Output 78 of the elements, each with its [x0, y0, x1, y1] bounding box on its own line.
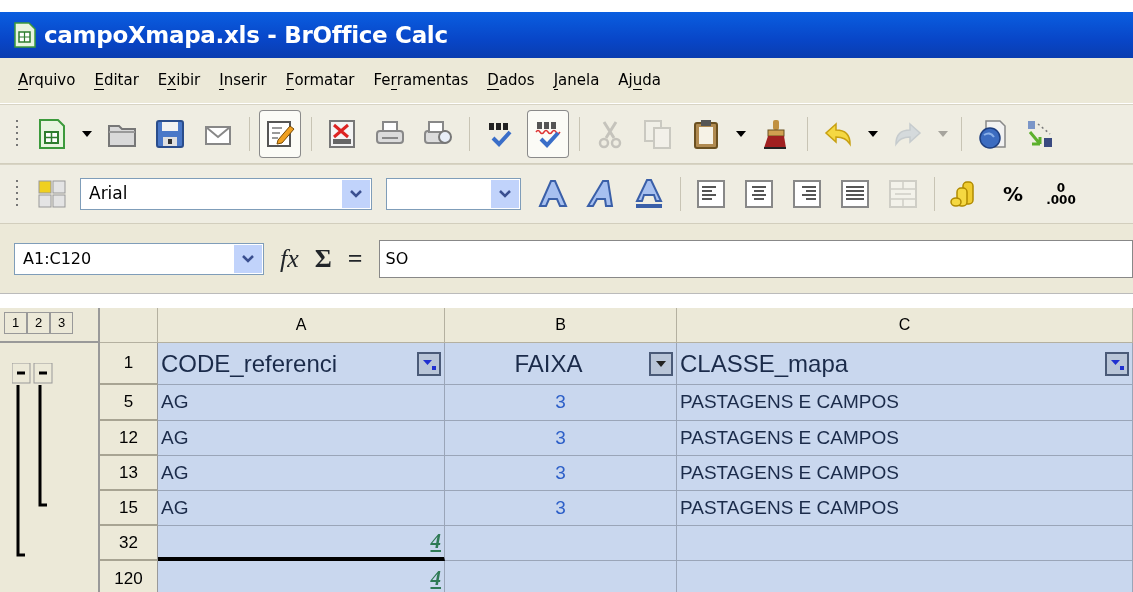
spreadsheet-app-icon — [14, 22, 36, 48]
justify-icon — [839, 178, 871, 210]
window-title: campoXmapa.xls - BrOffice Calc — [44, 20, 448, 50]
filter-arrow-icon — [1110, 357, 1124, 370]
font-name-combobox[interactable]: Arial — [80, 178, 372, 210]
table-cell-text: PASTAGENS E CAMPOS — [680, 425, 899, 450]
menu-item[interactable]: Ajuda — [618, 67, 662, 94]
new-document-icon — [36, 118, 68, 150]
underline-font-icon — [633, 178, 665, 210]
pencil-document-icon — [264, 118, 296, 150]
formula-button[interactable]: = — [347, 239, 363, 278]
menu-item[interactable]: Arquivo — [18, 67, 76, 94]
name-box[interactable]: A1:C120 — [14, 242, 264, 275]
chevron-down-icon — [242, 254, 254, 263]
menu-item[interactable]: Ferramentas — [373, 67, 469, 94]
autofilter-button[interactable] — [1105, 351, 1129, 376]
table-cell-text: 3 — [555, 495, 566, 520]
toolbar-button[interactable] — [259, 110, 301, 158]
table-cell-text: AG — [161, 390, 189, 415]
filter-arrow-icon — [656, 360, 666, 367]
align-right-icon — [791, 178, 823, 210]
column-header[interactable]: B — [445, 308, 677, 343]
percent-button[interactable]: % — [989, 170, 1037, 218]
formula-input[interactable]: SO — [378, 239, 1133, 278]
row-header[interactable]: 32 — [100, 526, 158, 561]
row-header[interactable]: 15 — [100, 491, 158, 526]
table-cell-text: 4 — [430, 565, 441, 592]
row-header[interactable]: 12 — [100, 421, 158, 456]
add-decimal-button[interactable]: 0 .000 — [1037, 170, 1085, 218]
function-wizard-button[interactable]: fx — [280, 239, 299, 278]
menu-item[interactable]: Dados — [487, 67, 535, 94]
table-cell-text: CODE_referenci — [161, 348, 338, 379]
table-cell-text: AG — [161, 460, 189, 485]
chevron-down-icon — [350, 190, 362, 198]
pdf-document-icon — [326, 118, 358, 150]
table-cell-text: 4 — [430, 527, 441, 555]
column-header[interactable]: A — [158, 308, 445, 343]
copy-icon — [642, 118, 674, 150]
table-cell-text: PASTAGENS E CAMPOS — [680, 460, 899, 485]
menu-item[interactable]: Editar — [94, 67, 139, 94]
caret-icon — [82, 131, 92, 137]
table-cell-text: 3 — [555, 425, 566, 450]
globe-document-icon — [976, 118, 1008, 150]
menu-item[interactable]: Formatar — [285, 67, 355, 94]
font-size-combobox[interactable] — [386, 178, 521, 210]
table-cell-text: PASTAGENS E CAMPOS — [680, 390, 899, 415]
toolbar-button[interactable] — [527, 110, 569, 158]
menu-item[interactable]: Janela — [553, 67, 600, 94]
styles-icon — [38, 180, 66, 208]
caret-icon — [736, 131, 746, 137]
column-header[interactable]: C — [677, 308, 1133, 343]
table-cell-text: PASTAGENS E CAMPOS — [680, 495, 899, 520]
table-cell-text: 3 — [555, 460, 566, 485]
autofilter-button[interactable] — [649, 351, 673, 376]
autofilter-button[interactable] — [417, 351, 441, 376]
outline-level-button[interactable]: 2 — [27, 312, 50, 334]
row-header[interactable]: 5 — [100, 385, 158, 421]
outline-font-icon — [537, 178, 569, 210]
menu-item[interactable]: Exibir — [157, 67, 201, 94]
formula-button[interactable]: Σ — [314, 239, 332, 278]
merge-cells-icon — [887, 178, 919, 210]
caret-icon — [938, 131, 948, 137]
table-cell-text: CLASSE_mapa — [680, 348, 849, 379]
row-header[interactable]: 13 — [100, 456, 158, 491]
caret-icon — [868, 131, 878, 137]
filter-arrow-icon — [422, 357, 436, 370]
outline-level-button[interactable]: 1 — [4, 312, 27, 334]
table-cell-text: FAIXA — [514, 348, 583, 379]
chevron-down-icon — [499, 190, 511, 198]
table-cell-text: AG — [161, 425, 189, 450]
row-header[interactable]: 120 — [100, 561, 158, 592]
align-center-icon — [743, 178, 775, 210]
row-header[interactable]: 1 — [100, 343, 158, 385]
align-left-icon — [695, 178, 727, 210]
table-cell-text: AG — [161, 495, 189, 520]
table-cell-text: 3 — [555, 390, 566, 415]
menu-item[interactable]: Inserir — [219, 67, 267, 94]
outline-level-button[interactable]: 3 — [50, 312, 73, 334]
